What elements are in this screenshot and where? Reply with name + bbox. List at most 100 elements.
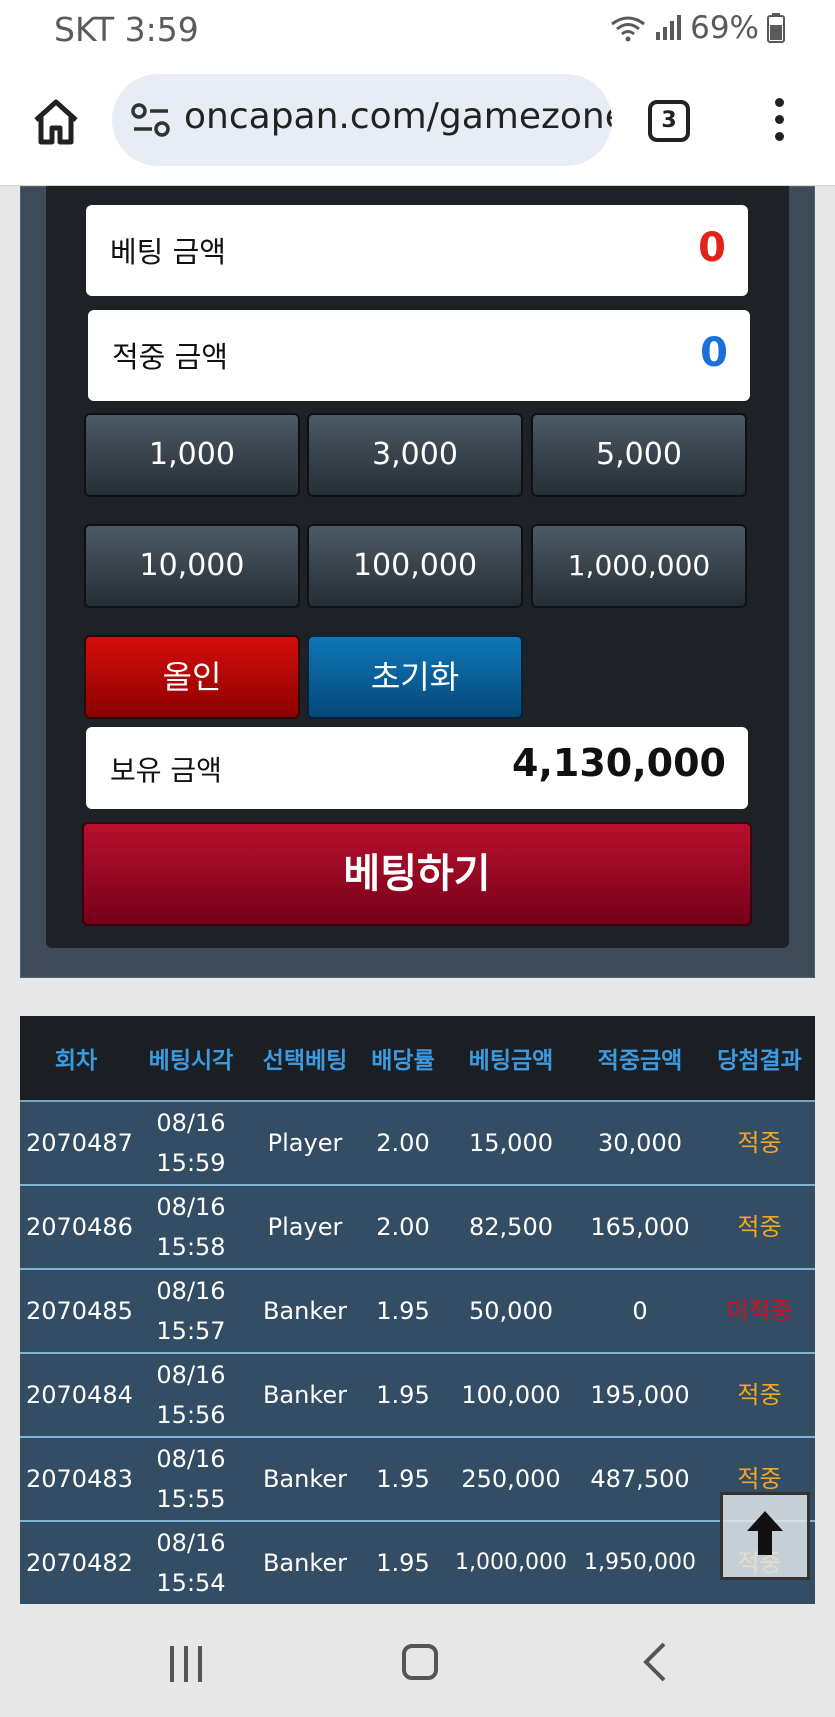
cell-result: 미적중 <box>726 1297 793 1325</box>
nav-home-icon[interactable] <box>402 1644 438 1680</box>
balance-label: 보유 금액 <box>110 754 222 787</box>
chip-button-100000[interactable]: 100,000 <box>307 524 523 608</box>
column-header-odds: 배당률 <box>371 1048 435 1074</box>
cell-bet-amount: 82,500 <box>469 1213 553 1241</box>
cell-bet-time: 08/16 15:57 <box>132 1269 250 1353</box>
cell-time: 15:57 <box>156 1317 226 1345</box>
cell-round: 2070482 <box>26 1549 133 1577</box>
system-nav-bar <box>0 1604 835 1717</box>
table-row: 2070482 08/16 15:54 Banker 1.95 1,000,000… <box>20 1521 815 1605</box>
balance-value: 4,130,000 <box>512 741 726 785</box>
cell-time: 15:58 <box>156 1233 226 1261</box>
column-header-bet-time: 베팅시각 <box>148 1048 234 1074</box>
cell-date: 08/16 <box>156 1445 226 1473</box>
cell-odds: 1.95 <box>376 1465 430 1493</box>
cell-bet-amount: 100,000 <box>461 1381 561 1409</box>
cell-pick: Banker <box>262 1381 348 1409</box>
table-row: 2070487 08/16 15:59 Player 2.00 15,000 30… <box>20 1101 815 1185</box>
column-header-round: 회차 <box>54 1048 98 1074</box>
cell-date: 08/16 <box>156 1361 226 1389</box>
cell-win-amount: 487,500 <box>590 1465 690 1493</box>
cell-date: 08/16 <box>156 1277 226 1305</box>
cell-bet-time: 08/16 15:58 <box>132 1185 250 1269</box>
cell-win-amount: 30,000 <box>598 1129 682 1157</box>
column-header-win-amount: 적중금액 <box>597 1048 683 1074</box>
cell-round: 2070486 <box>26 1213 133 1241</box>
table-row: 2070485 08/16 15:57 Banker 1.95 50,000 0 … <box>20 1269 815 1353</box>
bet-amount-label: 베팅 금액 <box>110 235 226 269</box>
cell-odds: 2.00 <box>376 1213 430 1241</box>
wifi-icon <box>611 16 645 42</box>
cell-time: 15:56 <box>156 1401 226 1429</box>
recent-apps-icon[interactable] <box>168 1644 204 1684</box>
cell-pick: Banker <box>262 1465 348 1493</box>
chip-button-10000[interactable]: 10,000 <box>84 524 300 608</box>
cell-bet-time: 08/16 15:59 <box>132 1101 250 1185</box>
bet-history-table: 회차 베팅시각 선택베팅 배당률 베팅금액 적중금액 당첨결과 2070487 … <box>20 1016 815 1606</box>
table-row: 2070486 08/16 15:58 Player 2.00 82,500 16… <box>20 1185 815 1269</box>
cell-bet-amount: 50,000 <box>469 1297 553 1325</box>
cell-bet-time: 08/16 15:54 <box>132 1521 250 1605</box>
column-header-result: 당첨결과 <box>717 1048 802 1074</box>
cell-date: 08/16 <box>156 1529 226 1557</box>
back-icon[interactable] <box>640 1640 668 1684</box>
battery-percent: 69% <box>690 10 759 46</box>
cell-win-amount: 0 <box>632 1297 648 1325</box>
cell-pick: Player <box>267 1213 343 1241</box>
status-bar: SKT 3:59 69% <box>0 0 835 62</box>
scroll-to-top-button[interactable] <box>720 1492 810 1580</box>
cell-result: 적중 <box>737 1213 782 1241</box>
battery-icon <box>767 13 785 43</box>
cell-odds: 1.95 <box>376 1297 430 1325</box>
url-text[interactable]: oncapan.com/gamezone <box>184 96 612 137</box>
browser-toolbar: oncapan.com/gamezone 3 <box>0 62 835 186</box>
cell-odds: 1.95 <box>376 1549 430 1577</box>
cell-win-amount: 165,000 <box>590 1213 690 1241</box>
table-row: 2070483 08/16 15:55 Banker 1.95 250,000 4… <box>20 1437 815 1521</box>
cell-win-amount: 195,000 <box>590 1381 690 1409</box>
column-header-bet-amount: 베팅금액 <box>468 1048 554 1074</box>
cell-date: 08/16 <box>156 1109 226 1137</box>
cell-result: 적중 <box>737 1381 782 1409</box>
win-amount-value: 0 <box>700 330 728 376</box>
cell-date: 08/16 <box>156 1193 226 1221</box>
column-header-pick: 선택베팅 <box>262 1048 348 1074</box>
chip-button-1000000[interactable]: 1,000,000 <box>531 524 747 608</box>
chip-button-3000[interactable]: 3,000 <box>307 413 523 497</box>
cell-pick: Player <box>267 1129 343 1157</box>
more-menu-icon[interactable] <box>770 98 788 146</box>
table-row: 2070484 08/16 15:56 Banker 1.95 100,000 1… <box>20 1353 815 1437</box>
cell-round: 2070483 <box>26 1465 133 1493</box>
cell-time: 15:55 <box>156 1485 226 1513</box>
win-amount-label: 적중 금액 <box>112 340 228 374</box>
cell-bet-amount: 250,000 <box>461 1465 561 1493</box>
cell-bet-amount: 15,000 <box>469 1129 553 1157</box>
place-bet-button[interactable]: 베팅하기 <box>82 822 752 926</box>
reset-button[interactable]: 초기화 <box>307 635 523 719</box>
cell-round: 2070484 <box>26 1381 133 1409</box>
cell-bet-time: 08/16 15:55 <box>132 1437 250 1521</box>
allin-button[interactable]: 올인 <box>84 635 300 719</box>
carrier-time: SKT 3:59 <box>54 10 199 49</box>
cell-time: 15:54 <box>156 1569 226 1597</box>
home-icon[interactable] <box>30 96 82 148</box>
cell-pick: Banker <box>262 1549 348 1577</box>
cell-bet-amount: 1,000,000 <box>455 1550 567 1575</box>
cell-odds: 1.95 <box>376 1381 430 1409</box>
cell-time: 15:59 <box>156 1149 226 1177</box>
signal-icon <box>656 15 682 40</box>
url-bar[interactable]: oncapan.com/gamezone <box>112 74 612 166</box>
cell-bet-time: 08/16 15:56 <box>132 1353 250 1437</box>
status-icons: 69% <box>610 10 785 46</box>
cell-odds: 2.00 <box>376 1129 430 1157</box>
balance-box: 보유 금액 4,130,000 <box>86 727 748 809</box>
chip-button-1000[interactable]: 1,000 <box>84 413 300 497</box>
cell-round: 2070487 <box>26 1129 133 1157</box>
win-amount-box: 적중 금액 0 <box>88 310 750 401</box>
table-header-row: 회차 베팅시각 선택베팅 배당률 베팅금액 적중금액 당첨결과 <box>20 1016 815 1101</box>
chip-button-5000[interactable]: 5,000 <box>531 413 747 497</box>
tab-switcher-button[interactable]: 3 <box>648 100 690 142</box>
cell-result: 적중 <box>737 1129 782 1157</box>
site-settings-icon[interactable] <box>130 100 172 140</box>
arrow-up-icon <box>747 1511 783 1555</box>
